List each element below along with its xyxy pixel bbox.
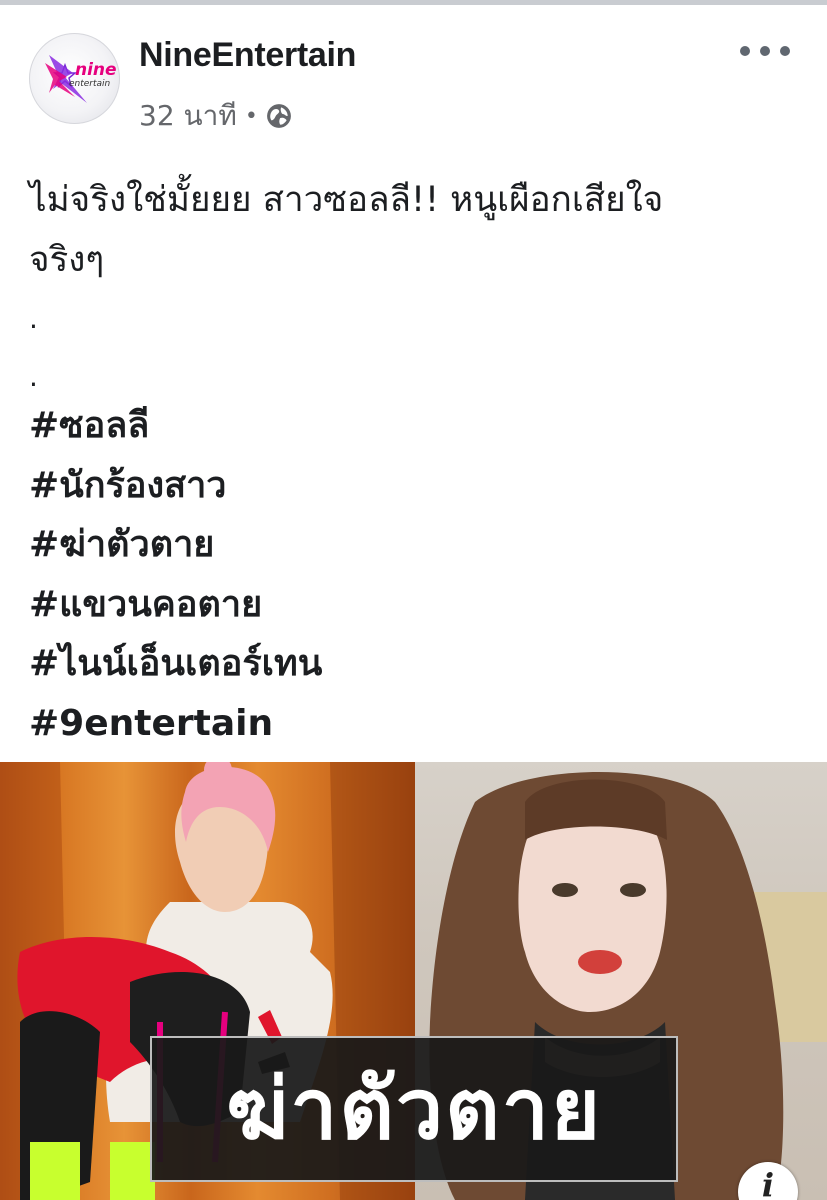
hashtag-link[interactable]: #นักร้องสาว	[29, 456, 322, 516]
hashtag-link[interactable]: #ไนน์เอ็นเตอร์เทน	[29, 634, 322, 694]
globe-icon	[266, 104, 291, 128]
nine-entertain-logo: nine entertain	[45, 55, 117, 103]
image-caption-banner: ฆ่าตัวตาย	[150, 1036, 678, 1182]
top-divider	[0, 0, 827, 5]
post-text-line: ไม่จริงใช่มั้ยยย สาวซอลลี!! หนูเผือกเสีย…	[29, 180, 664, 220]
meta-separator: •	[244, 103, 258, 129]
more-dot	[780, 46, 790, 56]
hashtag-link[interactable]: #ฆ่าตัวตาย	[29, 515, 322, 575]
post-body: ไม่จริงใช่มั้ยยย สาวซอลลี!! หนูเผือกเสีย…	[29, 170, 799, 406]
page-avatar[interactable]: nine entertain	[29, 33, 120, 124]
more-dot	[740, 46, 750, 56]
page-name-link[interactable]: NineEntertain	[139, 36, 356, 75]
post-text-line: .	[29, 302, 38, 335]
more-options-icon[interactable]	[740, 36, 790, 66]
more-dot	[760, 46, 770, 56]
hashtag-list: #ซอลลี #นักร้องสาว #ฆ่าตัวตาย #แขวนคอตาย…	[29, 396, 322, 753]
hashtag-link[interactable]: #แขวนคอตาย	[29, 575, 322, 635]
post-image[interactable]: ฆ่าตัวตาย i	[0, 762, 827, 1200]
post-meta: 32 นาที •	[139, 96, 292, 136]
hashtag-link[interactable]: #ซอลลี	[29, 396, 322, 456]
post-text-line: จริงๆ	[29, 240, 105, 280]
post-timestamp[interactable]: 32 นาที	[139, 94, 237, 138]
image-caption-text: ฆ่าตัวตาย	[225, 1060, 603, 1158]
hashtag-link[interactable]: #9entertain	[29, 694, 322, 754]
svg-text:entertain: entertain	[69, 79, 111, 89]
svg-text:nine: nine	[75, 60, 117, 80]
info-glyph: i	[761, 1166, 775, 1200]
